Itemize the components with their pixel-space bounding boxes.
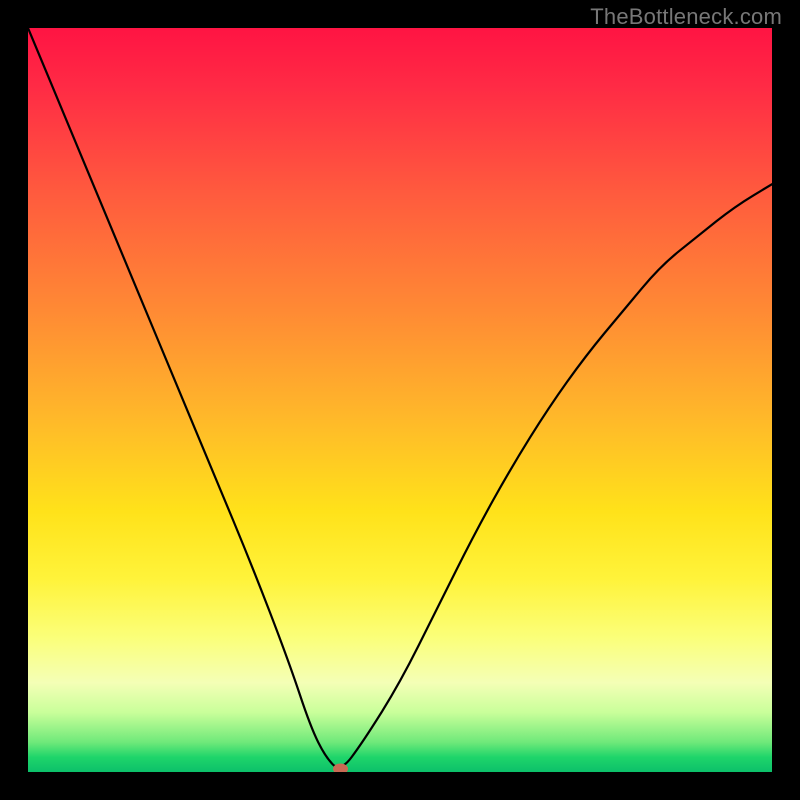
chart-frame: TheBottleneck.com <box>0 0 800 800</box>
minimum-marker <box>334 764 348 772</box>
plot-area <box>28 28 772 772</box>
watermark-label: TheBottleneck.com <box>590 4 782 30</box>
bottleneck-curve-svg <box>28 28 772 772</box>
bottleneck-curve-line <box>28 28 772 767</box>
